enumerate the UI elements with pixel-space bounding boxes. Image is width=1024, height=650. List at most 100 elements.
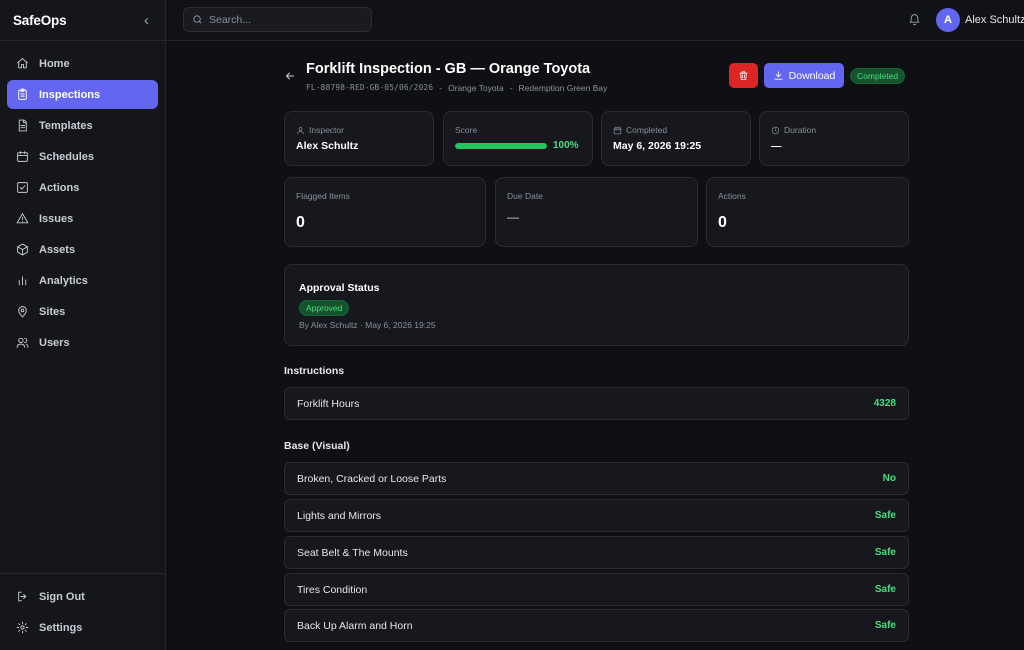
- item-label: Seat Belt & The Mounts: [297, 546, 408, 559]
- clock-icon: [771, 126, 780, 134]
- search-input[interactable]: [209, 13, 359, 26]
- user-icon: [297, 126, 304, 134]
- approval-by: By Alex Schultz · May 6, 2026 19:25: [299, 320, 436, 330]
- gear-icon: [16, 621, 29, 634]
- actions-value: 0: [718, 214, 727, 231]
- sidebar-item-assets[interactable]: Assets: [7, 235, 158, 264]
- completed-label: Completed: [626, 125, 668, 135]
- item-label: Lights and Mirrors: [297, 509, 382, 522]
- sign-out-button[interactable]: Sign Out: [7, 582, 158, 611]
- sidebar-item-issues[interactable]: Issues: [7, 204, 158, 233]
- box-icon: [17, 243, 28, 256]
- list-item[interactable]: Tires Condition Safe: [284, 573, 909, 606]
- sidebar-item-home[interactable]: Home: [7, 49, 158, 78]
- approval-title: Approval Status: [299, 282, 380, 294]
- list-item[interactable]: Forklift Hours 4328: [284, 387, 909, 420]
- score-value: 100%: [553, 140, 579, 151]
- sidebar-item-label: Actions: [39, 181, 80, 194]
- list-item[interactable]: Lights and Mirrors Safe: [284, 499, 909, 532]
- page-title: Forklift Inspection - GB — Orange Toyota: [306, 61, 591, 77]
- site-name: Redemption Green Bay: [518, 83, 608, 93]
- sidebar-item-analytics[interactable]: Analytics: [7, 266, 158, 295]
- calendar-icon: [17, 151, 28, 162]
- sidebar-item-label: Inspections: [39, 88, 101, 101]
- sidebar-item-templates[interactable]: Templates: [7, 111, 158, 140]
- item-value: No: [882, 473, 896, 484]
- item-value: Safe: [874, 584, 896, 595]
- sidebar-item-label: Settings: [39, 621, 83, 634]
- download-label: Download: [788, 69, 836, 82]
- warning-icon: [16, 213, 29, 224]
- home-icon: [17, 58, 28, 69]
- document-icon: [18, 119, 27, 132]
- item-value: Safe: [874, 510, 896, 521]
- sidebar-item-label: Sign Out: [39, 590, 85, 603]
- delete-button[interactable]: [729, 63, 758, 88]
- item-label: Tires Condition: [297, 583, 368, 596]
- sidebar: SafeOps ‹ Home Inspections Templates Sch…: [0, 0, 166, 650]
- sidebar-item-schedules[interactable]: Schedules: [7, 142, 158, 171]
- item-label: Broken, Cracked or Loose Parts: [297, 472, 447, 485]
- inspector-label: Inspector: [309, 125, 344, 135]
- duration-card: Duration —: [759, 111, 909, 166]
- item-label: Forklift Hours: [297, 397, 360, 410]
- item-label: Back Up Alarm and Horn: [297, 619, 413, 632]
- list-item[interactable]: Seat Belt & The Mounts Safe: [284, 536, 909, 569]
- due-date-card: Due Date —: [495, 177, 698, 247]
- notifications-button[interactable]: [908, 13, 921, 26]
- inspection-meta: FL-88798-RED-GB-05/06/2026 - Orange Toyo…: [306, 83, 607, 93]
- inspection-code: FL-88798-RED-GB-05/06/2026: [306, 83, 434, 92]
- sidebar-item-actions[interactable]: Actions: [7, 173, 158, 202]
- inspector-value: Alex Schultz: [296, 140, 359, 152]
- collapse-sidebar-icon[interactable]: ‹: [144, 13, 149, 28]
- user-name[interactable]: Alex Schultz: [965, 14, 1024, 26]
- sidebar-item-label: Analytics: [39, 274, 88, 287]
- completed-label-wrap: Completed: [613, 125, 667, 135]
- sidebar-item-inspections[interactable]: Inspections: [7, 80, 158, 109]
- score-progress-bar: [455, 143, 547, 149]
- search-icon: [193, 15, 202, 24]
- approval-badge: Approved: [299, 300, 350, 316]
- item-value: Safe: [874, 547, 896, 558]
- users-icon: [16, 337, 29, 348]
- actions-label: Actions: [718, 191, 746, 201]
- due-value: —: [507, 210, 519, 224]
- avatar[interactable]: A: [936, 8, 960, 32]
- brand-logo[interactable]: SafeOps: [13, 13, 67, 28]
- item-value: Safe: [874, 620, 896, 631]
- completed-value: May 6, 2026 19:25: [613, 140, 702, 152]
- flagged-items-card: Flagged Items 0: [284, 177, 486, 247]
- sidebar-item-label: Schedules: [39, 150, 95, 163]
- bar-chart-icon: [18, 276, 27, 286]
- flagged-label: Flagged Items: [296, 191, 350, 201]
- item-value: 4328: [873, 398, 896, 409]
- search-box[interactable]: [183, 7, 372, 32]
- due-label: Due Date: [507, 191, 543, 201]
- sign-out-icon: [18, 591, 27, 602]
- sidebar-item-label: Users: [39, 336, 70, 349]
- meta-separator: -: [439, 83, 443, 93]
- sidebar-header: SafeOps ‹: [0, 0, 165, 41]
- asset-name: Orange Toyota: [448, 83, 504, 93]
- score-card: Score 100%: [443, 111, 593, 166]
- arrow-left-icon: [286, 72, 294, 80]
- list-item[interactable]: Back Up Alarm and Horn Safe: [284, 609, 909, 642]
- inspector-card: Inspector Alex Schultz: [284, 111, 434, 166]
- trash-icon: [739, 71, 748, 81]
- back-button[interactable]: [284, 69, 296, 81]
- sidebar-item-label: Home: [39, 57, 70, 70]
- list-item[interactable]: Broken, Cracked or Loose Parts No: [284, 462, 909, 495]
- map-pin-icon: [18, 306, 27, 318]
- duration-label: Duration: [784, 125, 817, 135]
- bell-icon: [909, 14, 920, 25]
- status-badge: Completed: [850, 68, 906, 84]
- section-title-instructions: Instructions: [284, 365, 345, 377]
- download-button[interactable]: Download: [764, 63, 844, 88]
- duration-value: —: [771, 140, 782, 152]
- actions-card: Actions 0: [706, 177, 909, 247]
- sidebar-item-users[interactable]: Users: [7, 328, 158, 357]
- score-label: Score: [455, 125, 478, 135]
- sidebar-item-sites[interactable]: Sites: [7, 297, 158, 326]
- sidebar-footer: Sign Out Settings: [0, 573, 165, 650]
- settings-button[interactable]: Settings: [7, 613, 158, 642]
